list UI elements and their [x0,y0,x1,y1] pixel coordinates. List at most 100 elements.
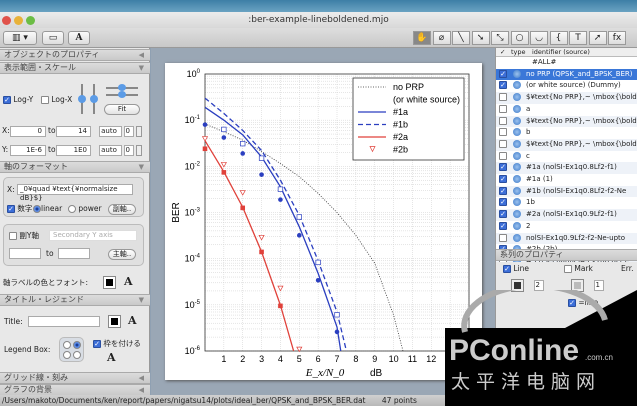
sub-axis-button[interactable]: 副軸.. [108,204,136,215]
x-max-field[interactable]: 14 [56,126,91,137]
axis-font-icon[interactable]: A [124,275,133,288]
series-row[interactable]: $¥text{No PRP},~ \mbox{\bold [496,138,637,151]
y-auto-field[interactable]: auto [99,145,122,156]
slider-knob[interactable] [118,84,126,91]
power-radio[interactable]: power [68,204,102,214]
series-row[interactable]: ✓ #2a (nolSI-Ex1q0.9Lf2-f1) [496,209,637,221]
x-ticks-stepper[interactable] [136,126,142,137]
frame-button[interactable]: ▭ [42,31,64,45]
legend-bottom-right-radio[interactable] [73,351,81,359]
main-axis-button[interactable]: 主軸.. [108,249,136,260]
series-row[interactable]: ✓ 2 [496,221,637,233]
vertical-zoom-sliders[interactable] [78,82,100,118]
view-menu-button[interactable]: ▥ ▾ [3,31,37,45]
y-min-field[interactable]: 1E-6 [10,145,46,156]
section-axis-format[interactable]: 軸のフォーマット ▼ [0,161,150,173]
series-checkbox[interactable] [499,128,507,137]
series-checkbox[interactable]: ✓ [499,221,507,230]
slider-knob[interactable] [118,91,126,98]
close-button[interactable] [2,16,11,25]
section-grid-ticks[interactable]: グリッド線・刻み ◀ [0,372,150,384]
font-button[interactable]: A [68,31,90,45]
series-row[interactable]: b [496,127,637,139]
series-checkbox[interactable] [499,93,507,102]
title-field[interactable] [28,316,100,327]
col-type[interactable]: type [511,48,526,57]
series-checkbox[interactable] [499,116,507,125]
tool-button-2[interactable]: ╲ [452,31,470,45]
tool-button-0[interactable]: ✋ [413,31,431,45]
horizontal-zoom-sliders[interactable] [104,84,140,98]
legend-font-icon[interactable]: A [107,351,116,364]
tool-button-10[interactable]: fx [608,31,626,45]
legend-bottom-left-radio[interactable] [63,351,71,359]
section-title-legend[interactable]: タイトル・レジェンド ▼ [0,294,150,306]
fit-button[interactable]: Fit [104,104,140,115]
mark-checkbox[interactable]: Mark [564,264,593,274]
series-row[interactable]: ✓ #1a (1) [496,174,637,186]
tool-button-4[interactable]: ⤡ [491,31,509,45]
legend-frame-checkbox[interactable]: ✓ 枠を付ける [93,339,141,349]
x-format-field[interactable]: _0¥quad ¥text{¥normalsize dB}$} [17,184,133,202]
x-auto-field[interactable]: auto [99,126,122,137]
series-row[interactable]: ✓ #1b (nolSI-Ex1q0.8Lf2-f2-Ne [496,185,637,198]
x-ticks-field[interactable]: 0 [124,126,134,137]
series-row[interactable]: c [496,151,637,163]
title-font-icon[interactable]: A [128,314,137,327]
y-ticks-stepper[interactable] [136,145,142,156]
tool-button-3[interactable]: ➘ [471,31,490,45]
log-y-checkbox[interactable]: ✓ Log-Y [3,95,33,105]
ber-chart[interactable]: 1234567891011121310010-110-210-310-410-5… [165,63,482,380]
series-checkbox[interactable]: ✓ [499,69,507,78]
tool-button-8[interactable]: T [569,31,587,45]
series-checkbox[interactable] [499,104,507,113]
log-x-checkbox[interactable]: Log-X [41,95,72,105]
tool-button-9[interactable]: ➚ [588,31,607,45]
section-object-properties[interactable]: オブジェクトのプロパティ ◀ [0,49,150,61]
series-checkbox[interactable]: ✓ [499,81,507,90]
axis-label-color-swatch[interactable] [103,276,116,289]
secondary-min-field[interactable] [9,248,41,259]
section-series-properties[interactable]: 系列のプロパティ [496,249,637,261]
col-check[interactable]: ✓ [500,48,505,57]
tool-button-7[interactable]: { [549,31,568,45]
series-row[interactable]: ✓ #1a (nolSI-Ex1q0.8Lf2-f1) [496,162,637,174]
series-row[interactable]: ✓ (or white source) (Dummy) [496,80,637,92]
legend-top-right-radio[interactable] [73,341,81,349]
y-max-field[interactable]: 1E0 [56,145,91,156]
linear-radio[interactable]: linear [33,204,62,214]
series-row[interactable]: $¥text{No PRP},~ \mbox{\bold [496,115,637,128]
col-identifier[interactable]: identifier (source) [532,48,590,57]
graph-page[interactable]: 1234567891011121310010-110-210-310-410-5… [165,63,482,380]
series-checkbox[interactable] [499,139,507,148]
series-row[interactable]: ✓ 1b [496,197,637,209]
secondary-y-checkbox[interactable]: 副Y軸 [9,231,39,241]
series-row[interactable]: #ALL# [496,57,637,69]
series-row[interactable]: $¥text{No PRP},~ \mbox{\bold [496,92,637,104]
y-ticks-field[interactable]: 0 [124,145,134,156]
zoom-button[interactable] [26,16,35,25]
section-range-scale[interactable]: 表示範囲・スケール ▼ [0,62,150,74]
numbers-checkbox[interactable]: ✓ 数字 [7,204,32,214]
series-checkbox[interactable] [499,233,507,242]
tool-button-5[interactable]: ○ [510,31,529,45]
minimize-button[interactable] [14,16,23,25]
series-checkbox[interactable]: ✓ [499,186,507,195]
slider-knob[interactable] [78,95,86,103]
series-row[interactable]: ✓ no PRP (QPSK_and_BPSK_BER) [496,68,637,81]
secondary-max-field[interactable] [58,248,90,259]
series-checkbox[interactable] [499,151,507,160]
secondary-y-field[interactable]: Secondary Y axis [49,230,137,241]
series-checkbox[interactable]: ✓ [499,198,507,207]
tool-button-6[interactable]: ◡ [530,31,548,45]
series-checkbox[interactable]: ✓ [499,210,507,219]
series-row[interactable]: a [496,104,637,116]
slider-knob[interactable] [90,95,98,103]
series-checkbox[interactable]: ✓ [499,163,507,172]
series-row[interactable]: nolSI-Ex1q0.9Lf2-f2-Ne-upto [496,232,637,245]
x-min-field[interactable]: 0 [10,126,46,137]
title-color-swatch[interactable] [108,315,121,328]
legend-top-left-radio[interactable] [63,341,71,349]
line-checkbox[interactable]: ✓ Line [503,264,529,274]
tool-button-1[interactable]: ⌀ [432,31,451,45]
